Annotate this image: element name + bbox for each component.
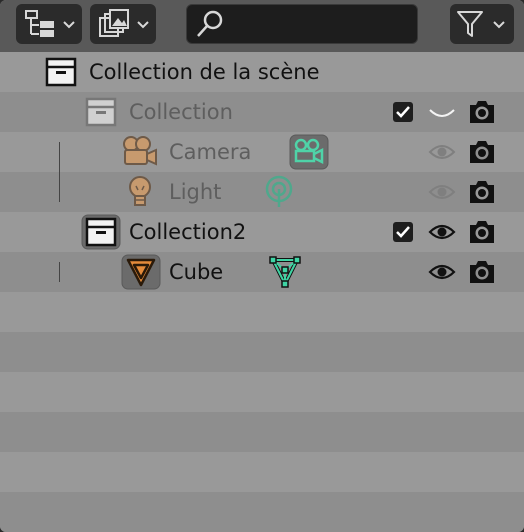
scene-collection-icon <box>45 57 77 87</box>
eye-icon[interactable] <box>428 258 456 286</box>
image-stack-icon <box>99 9 129 37</box>
render-camera-icon[interactable] <box>468 218 496 246</box>
outliner-header <box>0 0 524 52</box>
empty-row <box>0 452 524 492</box>
camera-data-icon[interactable] <box>289 134 329 170</box>
empty-row <box>0 332 524 372</box>
chevron-down-icon <box>137 21 149 29</box>
display-mode-dropdown[interactable] <box>16 4 82 44</box>
exclude-checkbox[interactable] <box>392 101 414 123</box>
eye-icon[interactable] <box>428 218 456 246</box>
empty-row <box>0 492 524 532</box>
tree-label-root: Collection de la scène <box>89 60 320 84</box>
funnel-filter-icon <box>457 11 483 37</box>
render-camera-icon[interactable] <box>468 178 496 206</box>
search-input[interactable] <box>186 4 418 44</box>
outliner-tree: Collection de la scène Collection Camera… <box>0 52 524 532</box>
tree-line <box>59 142 60 202</box>
render-camera-icon[interactable] <box>468 138 496 166</box>
exclude-checkbox[interactable] <box>392 221 414 243</box>
empty-row <box>0 292 524 332</box>
render-camera-icon[interactable] <box>468 258 496 286</box>
tree-label-collection: Collection <box>129 100 233 124</box>
light-object-icon <box>129 176 151 206</box>
empty-row <box>0 412 524 452</box>
eye-icon-dim[interactable] <box>428 138 456 166</box>
chevron-down-icon <box>493 21 505 29</box>
empty-row <box>0 372 524 412</box>
tree-label-collection2: Collection2 <box>129 220 247 244</box>
eye-icon-dim[interactable] <box>428 178 456 206</box>
tree-label-light: Light <box>169 180 222 204</box>
outliner-tree-icon <box>25 10 54 37</box>
collection-icon <box>81 214 121 250</box>
outliner-panel: Collection de la scène Collection Camera… <box>0 0 524 532</box>
filter-view-dropdown[interactable] <box>90 4 156 44</box>
filter-dropdown[interactable] <box>450 4 514 44</box>
tree-label-cube: Cube <box>169 260 224 284</box>
camera-object-icon <box>123 136 157 166</box>
collection-icon <box>85 97 117 127</box>
search-icon <box>197 10 223 37</box>
render-camera-icon[interactable] <box>468 98 496 126</box>
tree-label-camera: Camera <box>169 140 252 164</box>
mesh-object-icon <box>121 254 161 290</box>
light-data-icon[interactable] <box>263 175 295 209</box>
mesh-data-icon[interactable] <box>268 255 302 289</box>
tree-line <box>59 262 60 282</box>
eye-closed-icon[interactable] <box>428 98 456 126</box>
chevron-down-icon <box>63 21 75 29</box>
